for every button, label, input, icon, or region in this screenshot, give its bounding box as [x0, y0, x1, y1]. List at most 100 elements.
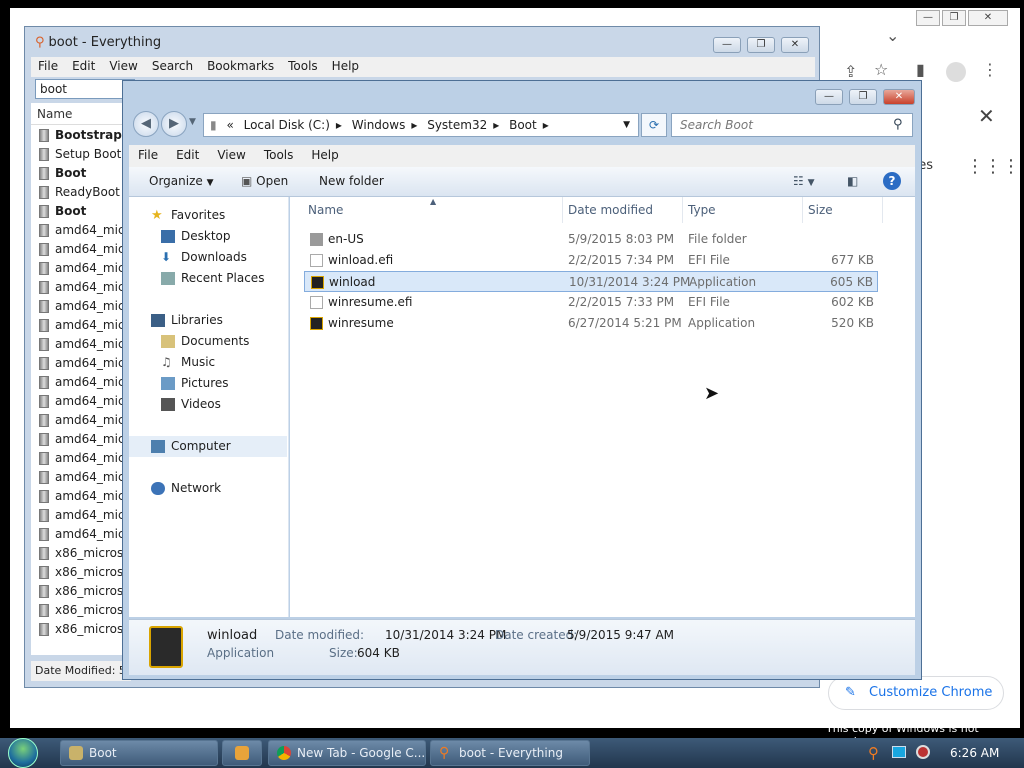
address-dropdown-icon[interactable]: ▼ [623, 114, 630, 136]
everything-result-row[interactable]: amd64_micr [31, 430, 131, 449]
back-arrow-icon[interactable]: ◀ [133, 111, 159, 137]
chrome-close-button[interactable]: ✕ [968, 10, 1008, 26]
everything-result-row[interactable]: amd64_micr [31, 468, 131, 487]
nav-favorites[interactable]: ★ Favorites [129, 205, 287, 226]
help-icon[interactable]: ? [883, 172, 901, 190]
everything-result-row[interactable]: amd64_micr [31, 392, 131, 411]
taskbar-item-media[interactable] [222, 740, 262, 766]
apps-grid-icon[interactable]: ⋮⋮⋮ [966, 156, 1020, 177]
everything-result-row[interactable]: amd64_micr [31, 259, 131, 278]
everything-result-row[interactable]: x86_microso [31, 620, 131, 639]
ex-menu-edit[interactable]: Edit [167, 145, 208, 165]
everything-result-row[interactable]: x86_microso [31, 563, 131, 582]
ex-menu-help[interactable]: Help [302, 145, 347, 165]
menu-search[interactable]: Search [145, 57, 200, 75]
nav-documents[interactable]: Documents [129, 331, 287, 352]
tray-network-icon[interactable] [892, 746, 906, 758]
explorer-maximize-button[interactable]: ❐ [849, 89, 877, 105]
column-separator[interactable] [882, 197, 883, 223]
everything-maximize-button[interactable]: ❐ [747, 37, 775, 53]
nav-videos[interactable]: Videos [129, 394, 287, 415]
menu-tools[interactable]: Tools [281, 57, 325, 75]
menu-bookmarks[interactable]: Bookmarks [200, 57, 281, 75]
column-size[interactable]: Size [808, 203, 833, 217]
everything-result-row[interactable]: x86_microso [31, 601, 131, 620]
file-row-winload[interactable]: winload 10/31/2014 3:24 PM Application 6… [304, 271, 878, 292]
file-row-en-us[interactable]: en-US 5/9/2015 8:03 PM File folder [304, 229, 878, 250]
chevron-down-icon[interactable]: ⌄ [886, 26, 899, 45]
preview-pane-icon[interactable]: ◧ [847, 174, 858, 188]
address-bar[interactable]: ▮ « Local Disk (C:) ▸ Windows ▸ System32 ▸ … [203, 113, 639, 137]
nav-downloads[interactable]: ⬇ Downloads [129, 247, 287, 268]
new-folder-button[interactable]: New folder [319, 174, 384, 188]
breadcrumb-local-disk[interactable]: Local Disk (C:) [244, 118, 330, 132]
everything-result-row[interactable]: amd64_micr [31, 449, 131, 468]
column-separator[interactable] [802, 197, 803, 223]
taskbar-item-chrome[interactable]: New Tab - Google C... [268, 740, 426, 766]
start-button[interactable] [8, 738, 38, 768]
breadcrumb-boot[interactable]: Boot [509, 118, 537, 132]
everything-close-button[interactable]: ✕ [781, 37, 809, 53]
file-row-winload-efi[interactable]: winload.efi 2/2/2015 7:34 PM EFI File 67… [304, 250, 878, 271]
ex-menu-file[interactable]: File [129, 145, 167, 165]
column-separator[interactable] [682, 197, 683, 223]
everything-result-row[interactable]: amd64_micr [31, 316, 131, 335]
everything-result-row[interactable]: Boot [31, 164, 131, 183]
everything-result-row[interactable]: amd64_micr [31, 240, 131, 259]
chrome-minimize-button[interactable]: — [916, 10, 940, 26]
nav-music[interactable]: ♫ Music [129, 352, 287, 373]
share-icon[interactable]: ⇪ [844, 62, 857, 81]
everything-result-row[interactable]: amd64_micr [31, 373, 131, 392]
everything-result-row[interactable]: amd64_micr [31, 487, 131, 506]
everything-result-row[interactable]: x86_microso [31, 544, 131, 563]
column-header-name[interactable]: Name [31, 103, 131, 125]
everything-result-row[interactable]: amd64_micr [31, 221, 131, 240]
recent-pages-chevron-icon[interactable]: ▼ [189, 117, 196, 127]
everything-result-row[interactable]: Bootstrappe [31, 126, 131, 145]
nav-desktop[interactable]: Desktop [129, 226, 287, 247]
taskbar-item-everything[interactable]: ⚲ boot - Everything [430, 740, 590, 766]
breadcrumb-overflow-icon[interactable]: « [226, 118, 233, 132]
column-date-modified[interactable]: Date modified [568, 203, 653, 217]
everything-result-row[interactable]: x86_microso [31, 582, 131, 601]
column-name[interactable]: Name [308, 203, 343, 217]
forward-arrow-icon[interactable]: ▶ [161, 111, 187, 137]
breadcrumb-arrow-icon[interactable]: ▸ [493, 118, 499, 132]
refresh-icon[interactable]: ⟳ [641, 113, 667, 137]
column-separator[interactable] [562, 197, 563, 223]
breadcrumb-arrow-icon[interactable]: ▸ [336, 118, 342, 132]
open-button[interactable]: ▣ Open [241, 174, 288, 188]
everything-result-row[interactable]: Setup Boots [31, 145, 131, 164]
explorer-close-button[interactable]: ✕ [883, 89, 915, 105]
explorer-search-input[interactable]: Search Boot [671, 113, 913, 137]
view-options-icon[interactable]: ☷ ▼ [793, 174, 815, 188]
menu-help[interactable]: Help [325, 57, 366, 75]
everything-minimize-button[interactable]: — [713, 37, 741, 53]
nav-recent-places[interactable]: Recent Places [129, 268, 287, 289]
profile-avatar[interactable] [946, 62, 966, 82]
ex-menu-view[interactable]: View [208, 145, 254, 165]
nav-network[interactable]: Network [129, 478, 287, 499]
breadcrumb-windows[interactable]: Windows [352, 118, 406, 132]
nav-libraries[interactable]: Libraries [129, 310, 287, 331]
file-row-winresume[interactable]: winresume 6/27/2014 5:21 PM Application … [304, 313, 878, 334]
menu-file[interactable]: File [31, 57, 65, 75]
breadcrumb-arrow-icon[interactable]: ▸ [411, 118, 417, 132]
nav-computer[interactable]: Computer [129, 436, 287, 457]
tray-everything-icon[interactable]: ⚲ [868, 744, 879, 762]
everything-result-row[interactable]: amd64_micr [31, 525, 131, 544]
ex-menu-tools[interactable]: Tools [255, 145, 303, 165]
everything-result-row[interactable]: amd64_micr [31, 354, 131, 373]
everything-result-row[interactable]: amd64_micr [31, 411, 131, 430]
everything-result-row[interactable]: amd64_micr [31, 335, 131, 354]
everything-search-input[interactable]: boot [35, 79, 135, 99]
explorer-minimize-button[interactable]: — [815, 89, 843, 105]
close-icon[interactable]: ✕ [978, 104, 995, 128]
everything-result-row[interactable]: Boot [31, 202, 131, 221]
organize-button[interactable]: Organize ▼ [149, 174, 214, 188]
chrome-maximize-button[interactable]: ❐ [942, 10, 966, 26]
menu-edit[interactable]: Edit [65, 57, 102, 75]
menu-view[interactable]: View [102, 57, 144, 75]
sidepanel-icon[interactable]: ▮ [916, 60, 925, 79]
everything-result-row[interactable]: ReadyBoot [31, 183, 131, 202]
